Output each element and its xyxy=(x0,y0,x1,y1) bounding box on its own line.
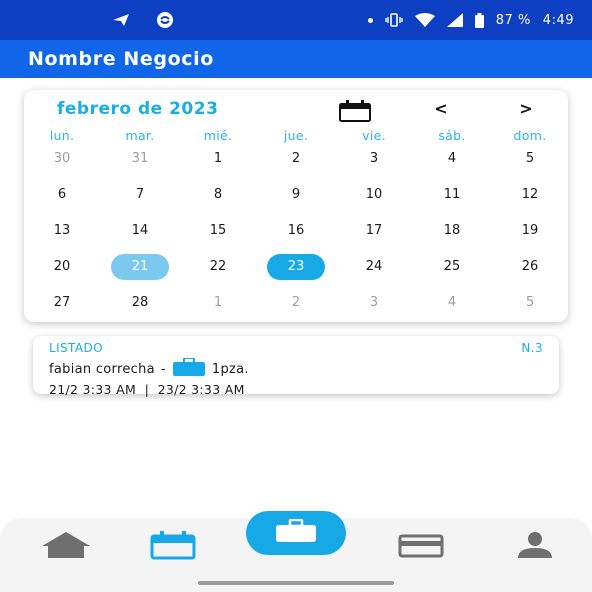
day-cell-range-start[interactable]: 21 xyxy=(110,254,170,280)
day-cell[interactable]: 25 xyxy=(422,254,482,280)
day-cell[interactable]: 7 xyxy=(110,182,170,208)
listing-title: LISTADO xyxy=(49,341,103,355)
day-cell[interactable]: 13 xyxy=(32,218,92,244)
weekday-label: mar. xyxy=(125,128,155,143)
vibrate-icon xyxy=(385,13,403,27)
battery-icon xyxy=(474,12,484,28)
day-cell[interactable]: 1 xyxy=(188,146,248,172)
day-cell[interactable]: 19 xyxy=(500,218,560,244)
day-cell[interactable]: 2 xyxy=(266,290,326,316)
weekday-label: vie. xyxy=(362,128,386,143)
day-cell[interactable]: 15 xyxy=(188,218,248,244)
listing-count: N.3 xyxy=(521,341,543,355)
day-cell[interactable]: 26 xyxy=(500,254,560,280)
day-cell[interactable]: 27 xyxy=(32,290,92,316)
day-cell[interactable]: 28 xyxy=(110,290,170,316)
day-cell[interactable]: 31 xyxy=(110,146,170,172)
signal-icon xyxy=(446,13,463,27)
day-cell[interactable]: 24 xyxy=(344,254,404,280)
day-cell[interactable]: 20 xyxy=(32,254,92,280)
day-cell[interactable]: 5 xyxy=(500,290,560,316)
day-cell[interactable]: 10 xyxy=(344,182,404,208)
quantity: 1pza. xyxy=(211,361,249,377)
client-name: fabian correcha xyxy=(49,361,155,377)
status-left xyxy=(112,11,174,29)
next-month-button[interactable]: > xyxy=(515,98,537,120)
clock: 4:49 xyxy=(542,12,574,28)
day-cell-selected[interactable]: 23 xyxy=(266,254,326,280)
listing-item-summary: fabian correcha - 1pza. xyxy=(49,357,543,380)
credit-card-icon[interactable] xyxy=(398,530,444,564)
day-cell[interactable]: 11 xyxy=(422,182,482,208)
person-icon[interactable] xyxy=(516,530,554,564)
days-grid: 30 31 1 2 3 4 5 6 7 8 9 10 11 12 13 14 1… xyxy=(24,146,568,322)
day-cell[interactable]: 8 xyxy=(188,182,248,208)
day-cell[interactable]: 5 xyxy=(500,146,560,172)
day-cell[interactable]: 30 xyxy=(32,146,92,172)
listing-card[interactable]: LISTADO N.3 fabian correcha - 1pza. 21/2… xyxy=(33,336,559,397)
day-cell[interactable]: 9 xyxy=(266,182,326,208)
status-right: 87 % 4:49 xyxy=(367,12,574,28)
briefcase-icon xyxy=(172,357,206,380)
weekday-row: lun. mar. mié. jue. vie. sáb. dom. xyxy=(24,128,568,146)
wifi-icon xyxy=(414,13,435,27)
listing-dates: 21/2 3:33 AM | 23/2 3:33 AM xyxy=(49,382,245,397)
day-cell[interactable]: 12 xyxy=(500,182,560,208)
calendar-icon[interactable] xyxy=(338,100,372,122)
day-cell[interactable]: 2 xyxy=(266,146,326,172)
day-cell[interactable]: 4 xyxy=(422,146,482,172)
notification-dot-icon xyxy=(367,17,373,23)
day-cell[interactable]: 6 xyxy=(32,182,92,208)
day-cell[interactable]: 3 xyxy=(344,146,404,172)
weekday-label: lun. xyxy=(49,128,75,143)
day-cell[interactable]: 14 xyxy=(110,218,170,244)
day-cell[interactable]: 16 xyxy=(266,218,326,244)
separator: - xyxy=(160,361,166,377)
prev-month-button[interactable]: < xyxy=(430,98,452,120)
weekday-label: sáb. xyxy=(438,128,466,143)
calendar-card: febrero de 2023 < > lun. mar. mié. jue. … xyxy=(24,90,568,322)
app-bar: Nombre Negocio xyxy=(0,40,592,78)
sync-icon xyxy=(156,11,174,29)
gesture-bar[interactable] xyxy=(198,581,394,585)
month-title[interactable]: febrero de 2023 xyxy=(57,99,218,119)
briefcase-fab-button[interactable] xyxy=(246,511,346,555)
status-bar: 87 % 4:49 xyxy=(0,0,592,40)
day-cell[interactable]: 4 xyxy=(422,290,482,316)
calendar-header: febrero de 2023 < > xyxy=(24,90,568,130)
calendar-icon[interactable] xyxy=(150,530,196,564)
weekday-label: mié. xyxy=(203,128,233,143)
home-icon[interactable] xyxy=(40,530,92,564)
day-cell[interactable]: 3 xyxy=(344,290,404,316)
day-cell[interactable]: 22 xyxy=(188,254,248,280)
listing-header: LISTADO N.3 xyxy=(49,341,543,355)
battery-percent: 87 % xyxy=(495,12,531,28)
weekday-label: jue. xyxy=(283,128,309,143)
send-icon xyxy=(112,13,130,27)
briefcase-icon xyxy=(275,518,317,547)
app-title: Nombre Negocio xyxy=(28,48,214,70)
day-cell[interactable]: 1 xyxy=(188,290,248,316)
day-cell[interactable]: 17 xyxy=(344,218,404,244)
day-cell[interactable]: 18 xyxy=(422,218,482,244)
weekday-label: dom. xyxy=(513,128,547,143)
